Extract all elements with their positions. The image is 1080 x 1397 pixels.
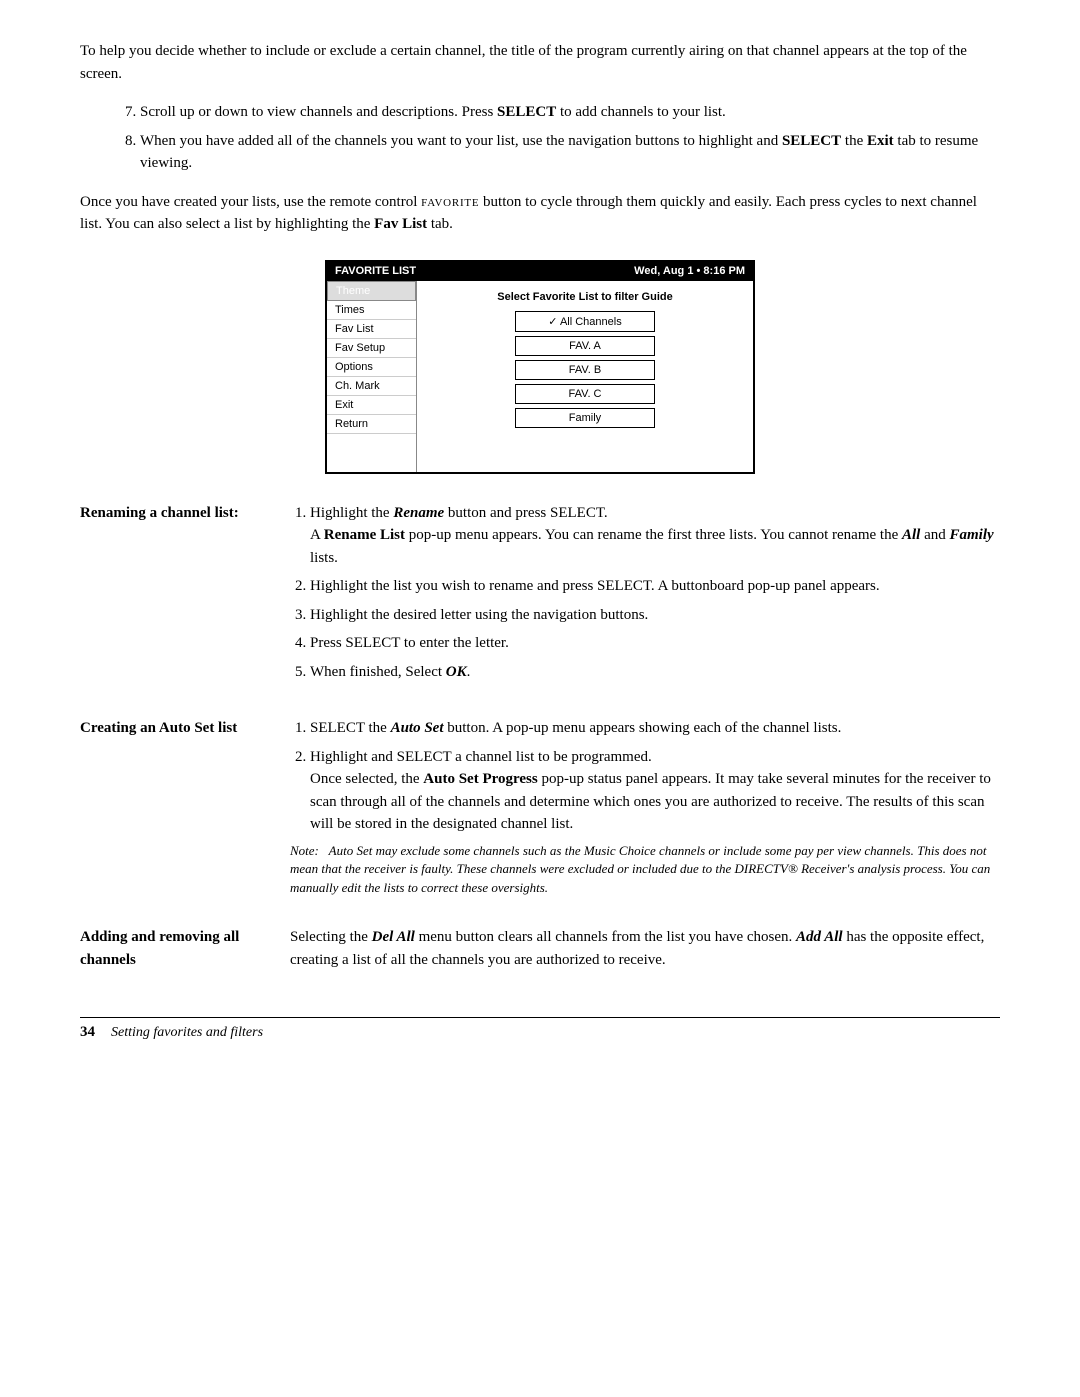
tv-menu-item-exit[interactable]: Exit	[327, 396, 416, 415]
renaming-step-3: Highlight the desired letter using the n…	[310, 604, 1000, 627]
adding-label-line1: Adding and removing all	[80, 926, 270, 949]
autoset-section: Creating an Auto Set list SELECT the Aut…	[80, 717, 1000, 898]
tv-option-family[interactable]: Family	[515, 408, 655, 428]
renaming-step-1-note: A Rename List pop-up menu appears. You c…	[310, 527, 994, 566]
tv-menu-item-chmark[interactable]: Ch. Mark	[327, 377, 416, 396]
tv-menu-item-favlist[interactable]: Fav List	[327, 320, 416, 339]
intro-list-item-7: Scroll up or down to view channels and d…	[140, 101, 1000, 124]
tv-menu-item-options[interactable]: Options	[327, 358, 416, 377]
tv-screen-illustration: FAVORITE LIST Wed, Aug 1 • 8:16 PM Theme…	[80, 260, 1000, 474]
autoset-step-1: SELECT the Auto Set button. A pop-up men…	[310, 717, 1000, 740]
autoset-step-2: Highlight and SELECT a channel list to b…	[310, 746, 1000, 836]
tv-menu-item-theme[interactable]: Theme	[327, 281, 416, 301]
tv-option-fav-c[interactable]: FAV. C	[515, 384, 655, 404]
renaming-step-4: Press SELECT to enter the letter.	[310, 632, 1000, 655]
tv-content-title: Select Favorite List to filter Guide	[429, 291, 741, 303]
renaming-step-5: When finished, Select OK.	[310, 661, 1000, 684]
renaming-content: Highlight the Rename button and press SE…	[290, 502, 1000, 690]
tv-menu-item-return[interactable]: Return	[327, 415, 416, 434]
adding-content: Selecting the Del All menu button clears…	[290, 926, 1000, 977]
adding-text: Selecting the Del All menu button clears…	[290, 926, 1000, 971]
intro-list-item-8: When you have added all of the channels …	[140, 130, 1000, 175]
renaming-section: Renaming a channel list: Highlight the R…	[80, 502, 1000, 690]
autoset-label: Creating an Auto Set list	[80, 717, 290, 898]
intro-list: Scroll up or down to view channels and d…	[140, 101, 1000, 175]
tv-header-right: Wed, Aug 1 • 8:16 PM	[634, 265, 745, 277]
tv-content-panel: Select Favorite List to filter Guide All…	[417, 281, 753, 472]
tv-option-fav-a[interactable]: FAV. A	[515, 336, 655, 356]
autoset-note-text: Auto Set may exclude some channels such …	[290, 843, 990, 896]
renaming-step-2: Highlight the list you wish to rename an…	[310, 575, 1000, 598]
intro-paragraph-1: To help you decide whether to include or…	[80, 40, 1000, 85]
tv-body: Theme Times Fav List Fav Setup Options C…	[327, 280, 753, 472]
renaming-label: Renaming a channel list:	[80, 502, 290, 690]
adding-label: Adding and removing all channels	[80, 926, 290, 977]
page-footer: 34 Setting favorites and filters	[80, 1017, 1000, 1041]
footer-text: Setting favorites and filters	[111, 1025, 263, 1041]
tv-menu-item-favsetup[interactable]: Fav Setup	[327, 339, 416, 358]
autoset-note: Note: Auto Set may exclude some channels…	[290, 842, 1000, 899]
renaming-step-1: Highlight the Rename button and press SE…	[310, 502, 1000, 570]
adding-label-line2: channels	[80, 949, 270, 972]
autoset-step-2-detail: Once selected, the Auto Set Progress pop…	[310, 771, 991, 832]
adding-section: Adding and removing all channels Selecti…	[80, 926, 1000, 977]
tv-option-all-channels[interactable]: All Channels	[515, 311, 655, 332]
tv-option-fav-b[interactable]: FAV. B	[515, 360, 655, 380]
tv-menu: Theme Times Fav List Fav Setup Options C…	[327, 281, 417, 472]
autoset-note-label: Note:	[290, 843, 329, 858]
tv-menu-item-times[interactable]: Times	[327, 301, 416, 320]
intro-paragraph-2: Once you have created your lists, use th…	[80, 191, 1000, 236]
tv-screen: FAVORITE LIST Wed, Aug 1 • 8:16 PM Theme…	[325, 260, 755, 474]
tv-header-left: FAVORITE LIST	[335, 265, 416, 277]
autoset-content: SELECT the Auto Set button. A pop-up men…	[290, 717, 1000, 898]
page-number: 34	[80, 1024, 95, 1041]
tv-header: FAVORITE LIST Wed, Aug 1 • 8:16 PM	[327, 262, 753, 280]
